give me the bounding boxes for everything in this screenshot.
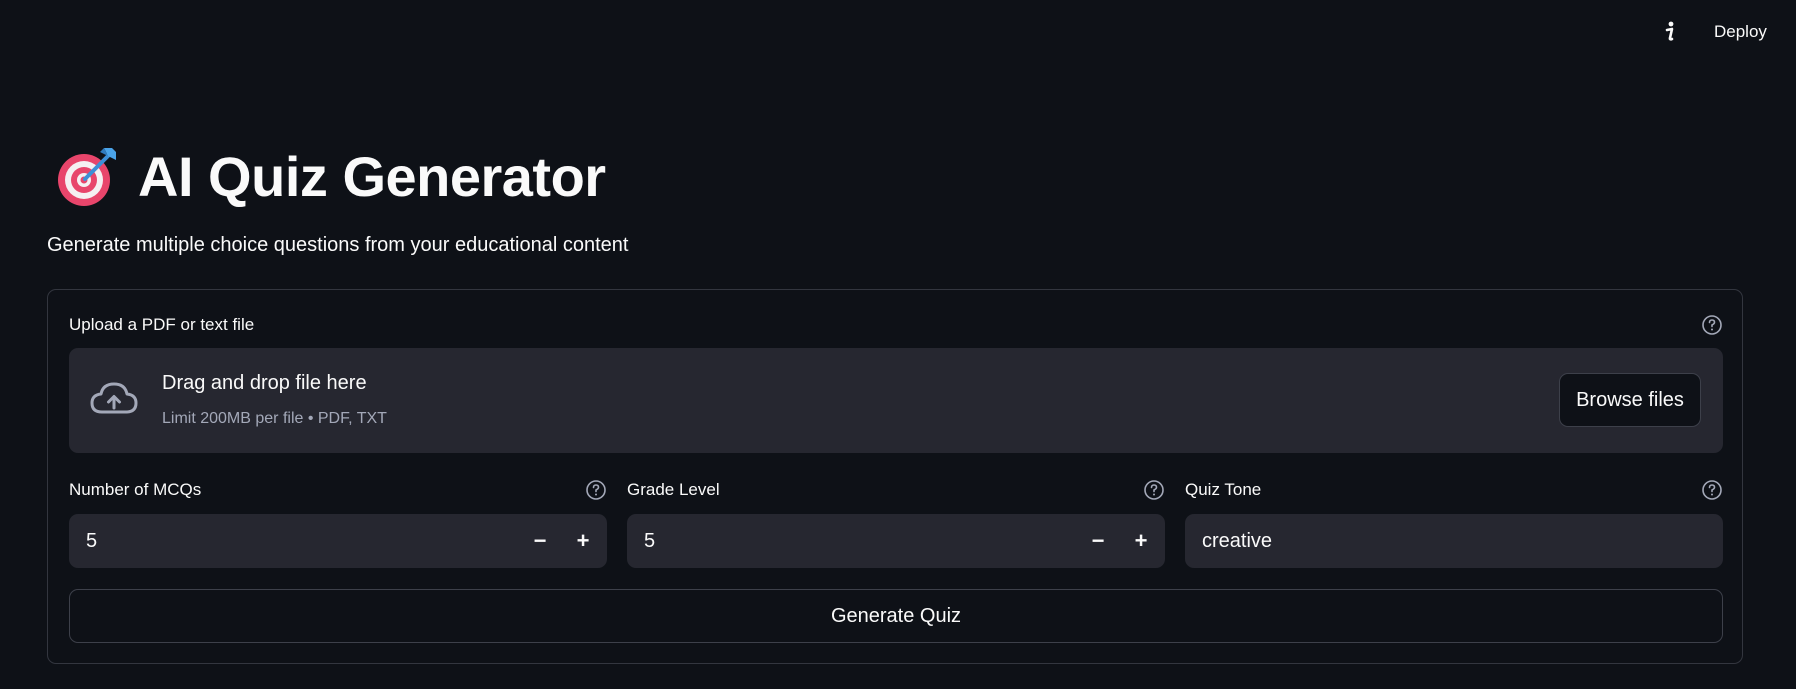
mcq-decrement-button[interactable]: − bbox=[522, 523, 558, 559]
target-dart-icon bbox=[58, 148, 116, 206]
uploader-label-row: Upload a PDF or text file bbox=[69, 314, 1723, 336]
mcq-count-label: Number of MCQs bbox=[69, 480, 202, 499]
browse-files-button[interactable]: Browse files bbox=[1559, 373, 1701, 427]
quiz-form: Upload a PDF or text file Drag and drop … bbox=[47, 289, 1743, 664]
app-header: Deploy bbox=[0, 0, 1796, 62]
grade-level-label-row: Grade Level bbox=[627, 479, 1165, 501]
grade-level-value[interactable]: 5 bbox=[644, 514, 655, 568]
mcq-count-value[interactable]: 5 bbox=[86, 514, 97, 568]
info-icon bbox=[1665, 21, 1674, 41]
help-icon[interactable] bbox=[1701, 479, 1723, 501]
mcq-count-input[interactable]: 5 − + bbox=[69, 514, 607, 568]
cloud-upload-icon bbox=[90, 382, 138, 414]
quiz-tone-value[interactable]: creative bbox=[1202, 514, 1272, 568]
help-icon[interactable] bbox=[1701, 314, 1723, 336]
grade-level-label: Grade Level bbox=[627, 480, 720, 499]
info-button[interactable] bbox=[1652, 14, 1688, 50]
page-title: AI Quiz Generator bbox=[56, 138, 606, 214]
grade-increment-button[interactable]: + bbox=[1123, 523, 1159, 559]
grade-level-input[interactable]: 5 − + bbox=[627, 514, 1165, 568]
quiz-tone-label-row: Quiz Tone bbox=[1185, 479, 1723, 501]
mcq-increment-button[interactable]: + bbox=[565, 523, 601, 559]
help-icon[interactable] bbox=[1143, 479, 1165, 501]
title-text: AI Quiz Generator bbox=[138, 144, 606, 208]
page-subtitle: Generate multiple choice questions from … bbox=[47, 234, 629, 256]
help-icon[interactable] bbox=[585, 479, 607, 501]
dropzone-limit: Limit 200MB per file • PDF, TXT bbox=[162, 410, 387, 427]
uploader-label: Upload a PDF or text file bbox=[69, 315, 255, 334]
grade-decrement-button[interactable]: − bbox=[1080, 523, 1116, 559]
generate-quiz-button[interactable]: Generate Quiz bbox=[69, 589, 1723, 643]
quiz-tone-label: Quiz Tone bbox=[1185, 480, 1262, 499]
file-dropzone[interactable]: Drag and drop file here Limit 200MB per … bbox=[69, 348, 1723, 453]
deploy-button[interactable]: Deploy bbox=[1704, 14, 1777, 50]
quiz-tone-input[interactable]: creative bbox=[1185, 514, 1723, 568]
dropzone-title: Drag and drop file here bbox=[162, 372, 367, 394]
mcq-count-label-row: Number of MCQs bbox=[69, 479, 607, 501]
